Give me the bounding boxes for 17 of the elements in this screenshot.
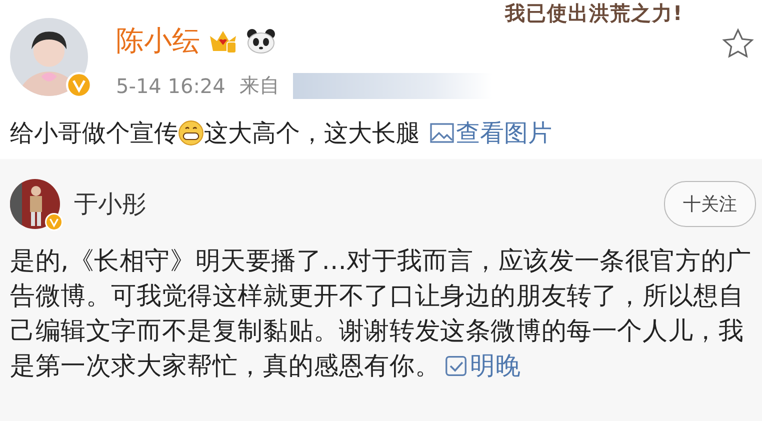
- follow-button[interactable]: 十关注: [664, 181, 756, 227]
- image-icon: [430, 122, 454, 144]
- avatar[interactable]: [10, 179, 60, 229]
- sticker-text: 我已使出洪荒之力!: [505, 0, 684, 27]
- repost-text: 是的,《长相守》明天要播了...对于我而言，应该发一条很官方的广告微博。可我觉得这样就更开不了口让身边的朋友转了，所以想自己编辑文字而不是复制黏贴。谢谢转发这条微博的每一个人儿，我是第一次求大家帮忙，真的感恩有你。 明晚: [10, 243, 756, 383]
- author-name[interactable]: 于小彤: [74, 188, 650, 220]
- source-label: 来自: [239, 72, 280, 99]
- post-text: 给小哥做个宣传: [10, 118, 178, 149]
- star-icon[interactable]: [722, 28, 754, 60]
- author-name[interactable]: 陈小纭: [116, 22, 200, 60]
- post-time: 5-14 16:24: [116, 74, 226, 98]
- grin-emoji-icon: [178, 120, 204, 146]
- view-image-link[interactable]: 查看图片: [430, 117, 552, 149]
- checkbox-icon: [444, 354, 468, 376]
- post-text: 这大高个，这大长腿: [204, 118, 420, 149]
- date-link[interactable]: 明晚: [444, 348, 521, 383]
- panda-icon: [246, 28, 276, 54]
